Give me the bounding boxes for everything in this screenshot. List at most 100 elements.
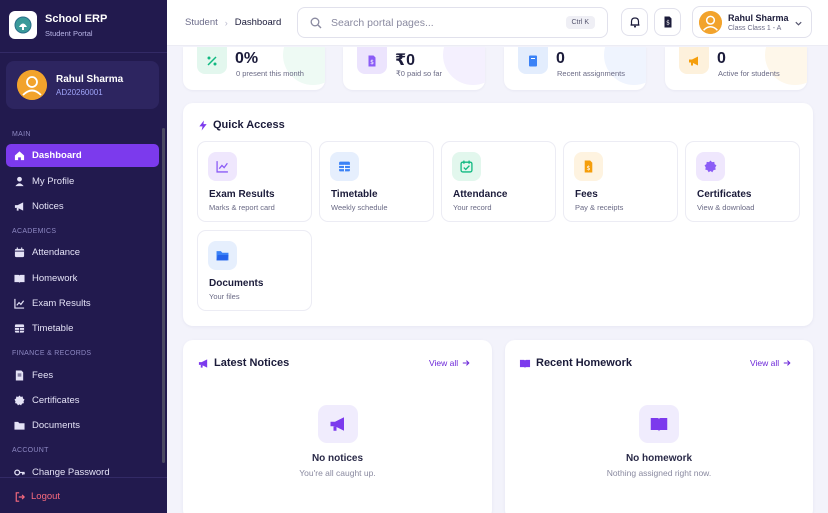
sidebar-item-label: Documents <box>32 420 81 431</box>
tile-subtitle: Marks & report card <box>209 203 275 212</box>
sidebar-item-documents[interactable]: Documents <box>6 414 159 437</box>
arrow-right-icon <box>779 359 791 367</box>
table-icon <box>330 152 359 181</box>
breadcrumb-item-student[interactable]: Student <box>185 17 218 28</box>
stat-value: ₹0 <box>395 52 416 69</box>
empty-subtitle: You're all caught up. <box>299 468 376 478</box>
profile-menu-button[interactable]: Rahul Sharma Class Class 1 - A <box>692 6 812 38</box>
chart-line-icon <box>208 152 237 181</box>
tile-title: Timetable <box>331 189 378 200</box>
shortcut-badge: Ctrl K <box>565 16 595 29</box>
tile-subtitle: Your files <box>209 292 240 301</box>
stat-value: 0% <box>235 50 259 67</box>
empty-title: No homework <box>625 453 693 464</box>
brand[interactable]: School ERP Student Portal <box>9 11 107 39</box>
school-logo <box>9 11 37 39</box>
quick-access-attendance[interactable]: Attendance Your record <box>441 141 556 222</box>
sidebar-item-timetable[interactable]: Timetable <box>6 317 159 340</box>
search-input[interactable] <box>331 16 551 29</box>
homework-view-all-link[interactable]: View all <box>750 358 791 368</box>
user-card[interactable]: Rahul Sharma AD20260001 <box>6 61 159 109</box>
topbar: Student › Dashboard Ctrl K $ Rahul Sharm… <box>167 0 828 46</box>
divider <box>0 52 167 53</box>
receipt-icon: $ <box>574 152 603 181</box>
tile-title: Documents <box>209 278 264 289</box>
sidebar-item-attendance[interactable]: Attendance <box>6 241 159 264</box>
sidebar-item-dashboard[interactable]: Dashboard <box>6 144 159 167</box>
logout-icon <box>15 491 25 502</box>
notices-view-all-link[interactable]: View all <box>429 358 470 368</box>
section-label-finance: FINANCE & RECORDS <box>12 350 92 357</box>
tile-subtitle: View & download <box>697 203 755 212</box>
divider <box>0 477 167 478</box>
stat-label: 0 present this month <box>236 69 304 78</box>
folder-icon <box>208 241 237 270</box>
megaphone-icon <box>198 358 209 369</box>
sidebar-scrollbar[interactable] <box>162 128 165 463</box>
sidebar-item-label: Certificates <box>32 395 80 406</box>
decorative-blob <box>765 47 807 85</box>
stat-label: Recent assignments <box>557 69 625 78</box>
search-box[interactable]: Ctrl K <box>297 7 608 38</box>
tile-title: Attendance <box>453 189 508 200</box>
tile-subtitle: Weekly schedule <box>331 203 388 212</box>
sidebar-item-my-profile[interactable]: My Profile <box>6 170 159 193</box>
user-name: Rahul Sharma <box>56 73 124 85</box>
quick-access-documents[interactable]: Documents Your files <box>197 230 312 311</box>
svg-text:$: $ <box>370 59 374 66</box>
sidebar: School ERP Student Portal Rahul Sharma A… <box>0 0 167 513</box>
quick-access-fees[interactable]: $ Fees Pay & receipts <box>563 141 678 222</box>
tile-title: Certificates <box>697 189 752 200</box>
book-icon <box>519 358 531 369</box>
stat-label: Active for students <box>718 69 780 78</box>
sidebar-item-notices[interactable]: Notices <box>6 195 159 218</box>
stat-card-fees: $ ₹0 ₹0 paid so far <box>343 47 485 90</box>
notices-title: Latest Notices <box>198 357 289 369</box>
megaphone-icon <box>14 201 25 212</box>
panel-title-text: Recent Homework <box>536 357 632 369</box>
quick-access-certificates[interactable]: Certificates View & download <box>685 141 800 222</box>
sidebar-item-label: Exam Results <box>32 298 91 309</box>
sidebar-item-label: Timetable <box>32 323 74 334</box>
section-label-account: ACCOUNT <box>12 447 49 454</box>
receipt-icon: $ <box>662 16 674 28</box>
bell-icon <box>629 16 641 28</box>
notices-empty-state: No notices You're all caught up. <box>183 405 492 478</box>
sidebar-item-exam-results[interactable]: Exam Results <box>6 292 159 315</box>
tile-subtitle: Your record <box>453 203 492 212</box>
badge-icon <box>14 395 25 406</box>
sidebar-item-certificates[interactable]: Certificates <box>6 389 159 412</box>
sidebar-item-label: Dashboard <box>32 150 82 161</box>
percent-icon <box>197 47 227 74</box>
quick-access-exam-results[interactable]: Exam Results Marks & report card <box>197 141 312 222</box>
profile-class: Class Class 1 - A <box>728 24 782 32</box>
sidebar-item-fees[interactable]: Fees <box>6 364 159 387</box>
sidebar-item-label: Attendance <box>32 247 81 258</box>
stat-card-homework: 0 Recent assignments <box>504 47 646 90</box>
chart-line-icon <box>14 298 25 309</box>
sidebar-item-label: Fees <box>32 370 54 381</box>
quick-access-timetable[interactable]: Timetable Weekly schedule <box>319 141 434 222</box>
fees-shortcut-button[interactable]: $ <box>654 8 681 36</box>
tile-title: Exam Results <box>209 189 275 200</box>
tile-subtitle: Pay & receipts <box>575 203 624 212</box>
panel-title-text: Latest Notices <box>214 357 290 369</box>
decorative-blob <box>283 47 325 85</box>
megaphone-icon <box>317 405 358 443</box>
calendar-check-icon <box>452 152 481 181</box>
megaphone-icon <box>679 47 709 74</box>
chevron-down-icon <box>794 19 803 28</box>
notifications-button[interactable] <box>621 8 648 36</box>
sidebar-item-homework[interactable]: Homework <box>6 267 159 290</box>
profile-name: Rahul Sharma <box>728 12 789 23</box>
badge-icon <box>696 152 725 181</box>
svg-text:$: $ <box>586 164 590 172</box>
brand-subtitle: Student Portal <box>45 28 93 38</box>
sidebar-item-change-password[interactable]: Change Password <box>6 461 159 484</box>
panel-title-text: Quick Access <box>213 119 285 131</box>
stat-value: 0 <box>717 50 726 67</box>
tile-title: Fees <box>575 189 598 200</box>
logout-button[interactable]: Logout <box>15 491 60 502</box>
decorative-blob <box>604 47 646 85</box>
sidebar-item-label: Notices <box>32 201 64 212</box>
